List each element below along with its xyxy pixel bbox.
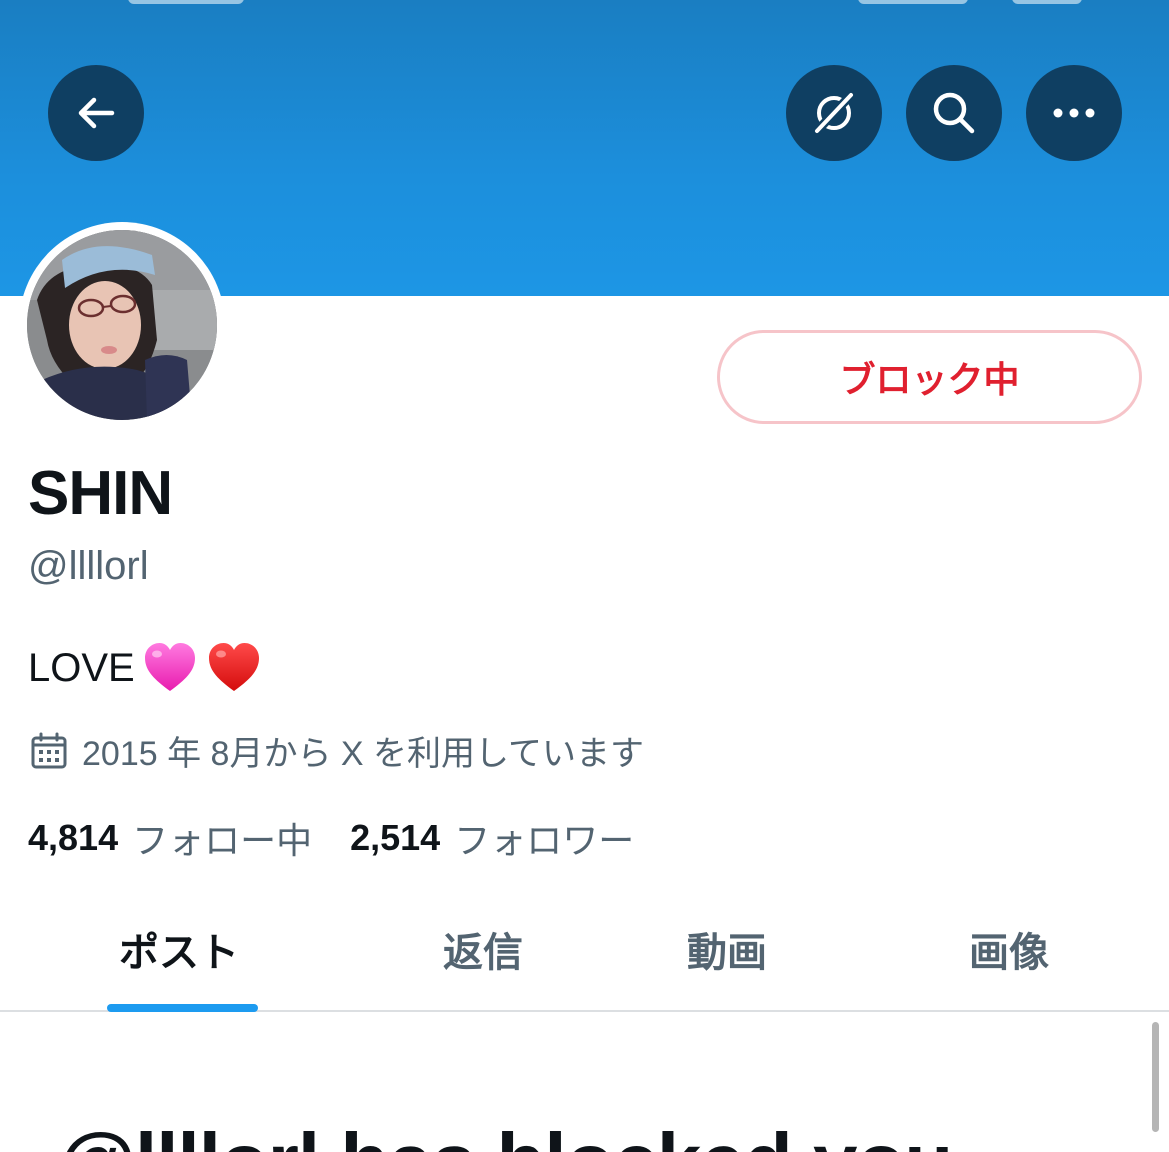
search-icon [933, 92, 975, 134]
tab-replies[interactable]: 返信 [443, 920, 523, 978]
active-tab-indicator [107, 1004, 258, 1012]
arrow-left-icon [78, 97, 115, 129]
more-horizontal-icon [1053, 108, 1095, 118]
back-button[interactable] [48, 65, 144, 161]
followers-count[interactable]: 2,514 [350, 817, 440, 859]
profile-avatar[interactable] [19, 222, 225, 428]
display-name: SHIN [28, 459, 173, 528]
profile-page: ブロック中 SHIN @llllorl LOVE 2015 年 8月から X を… [0, 0, 1169, 1152]
tab-posts[interactable]: ポスト [119, 920, 239, 978]
grok-button[interactable] [786, 65, 882, 161]
more-button[interactable] [1026, 65, 1122, 161]
profile-tabs: ポスト 返信 動画 画像 [0, 900, 1169, 1012]
joined-text: 2015 年 8月から X を利用しています [82, 735, 644, 773]
joined-date: 2015 年 8月から X を利用しています [30, 726, 644, 775]
user-handle: @llllorl [28, 544, 149, 588]
pink-heart-emoji [144, 643, 195, 691]
status-bar-signal-icon [858, 0, 968, 4]
following-count[interactable]: 4,814 [28, 817, 118, 859]
status-bar-time [128, 0, 244, 4]
profile-bio: LOVE [28, 640, 263, 696]
tab-images[interactable]: 画像 [969, 920, 1049, 978]
followers-label[interactable]: フォロワー [454, 812, 634, 864]
avatar-photo [27, 230, 217, 420]
scrollbar[interactable] [1152, 1022, 1159, 1132]
blocked-message: @llllorl has blocked you [58, 1116, 953, 1152]
follow-stats: 4,814 フォロー中 2,514 フォロワー [28, 812, 672, 864]
bio-text: LOVE [28, 645, 135, 690]
tab-videos[interactable]: 動画 [687, 920, 767, 978]
calendar-icon [31, 732, 67, 768]
grok-icon [813, 91, 855, 135]
status-bar-battery-icon [1012, 0, 1082, 4]
blocking-button[interactable]: ブロック中 [717, 330, 1142, 424]
following-label[interactable]: フォロー中 [132, 812, 312, 864]
search-button[interactable] [906, 65, 1002, 161]
red-heart-emoji [208, 643, 259, 691]
